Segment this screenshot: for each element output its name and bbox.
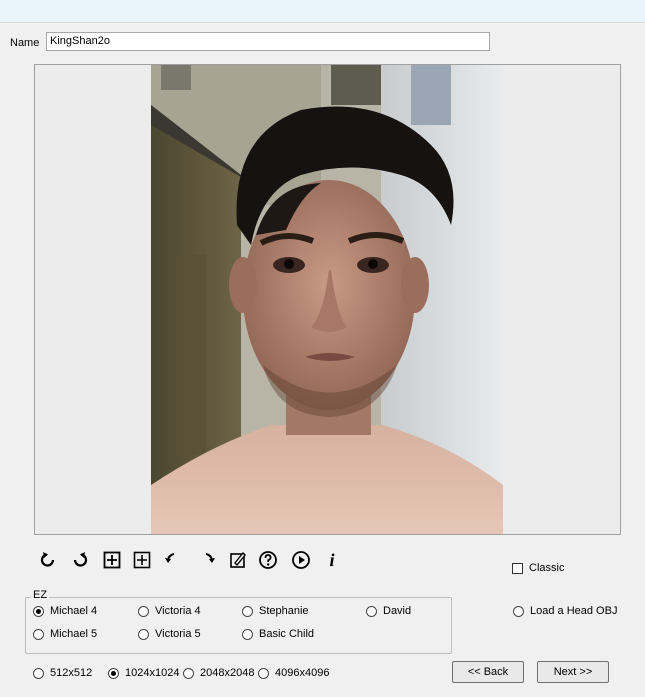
radio-michael-4[interactable]: Michael 4 [33,605,97,617]
radio-dot[interactable] [183,667,194,679]
back-button[interactable]: << Back [452,661,524,683]
help-icon[interactable] [256,548,280,572]
radio-res-1024[interactable]: 1024x1024 [108,667,179,679]
classic-checkbox[interactable]: Classic [512,562,564,574]
radio-stephanie[interactable]: Stephanie [242,605,309,617]
radio-load-head-obj[interactable]: Load a Head OBJ [513,605,617,617]
radio-dot[interactable] [138,605,149,617]
rotate-left-icon[interactable] [36,548,60,572]
next-button[interactable]: Next >> [537,661,609,683]
undo-curve-icon[interactable] [160,548,184,572]
radio-dot[interactable] [33,628,44,640]
ez-group-title: EZ [31,589,50,601]
name-input[interactable]: KingShan2o [46,32,490,51]
play-icon[interactable] [289,548,313,572]
name-label: Name [10,37,40,49]
note-edit-icon[interactable] [226,548,250,572]
radio-basic-child[interactable]: Basic Child [242,628,314,640]
expand-box-icon[interactable] [100,548,124,572]
radio-dot[interactable] [138,628,149,640]
photo-preview-panel [34,64,621,535]
add-box-icon[interactable] [130,548,154,572]
radio-dot[interactable] [366,605,377,617]
radio-res-4096[interactable]: 4096x4096 [258,667,329,679]
info-icon[interactable]: i [320,548,344,572]
radio-david[interactable]: David [366,605,411,617]
title-band [0,0,645,23]
rotate-right-icon[interactable] [68,548,92,572]
radio-dot[interactable] [242,628,253,640]
radio-res-512[interactable]: 512x512 [33,667,92,679]
classic-label: Classic [529,562,565,574]
radio-dot[interactable] [108,667,119,679]
classic-checkbox-box[interactable] [512,562,523,574]
redo-curve-icon[interactable] [196,548,220,572]
radio-dot[interactable] [258,667,269,679]
face-photo [151,65,503,534]
radio-victoria-5[interactable]: Victoria 5 [138,628,201,640]
radio-michael-5[interactable]: Michael 5 [33,628,97,640]
radio-dot[interactable] [33,667,44,679]
radio-dot[interactable] [33,605,44,617]
radio-dot[interactable] [242,605,253,617]
radio-victoria-4[interactable]: Victoria 4 [138,605,201,617]
radio-res-2048[interactable]: 2048x2048 [183,667,254,679]
radio-dot[interactable] [513,605,524,617]
